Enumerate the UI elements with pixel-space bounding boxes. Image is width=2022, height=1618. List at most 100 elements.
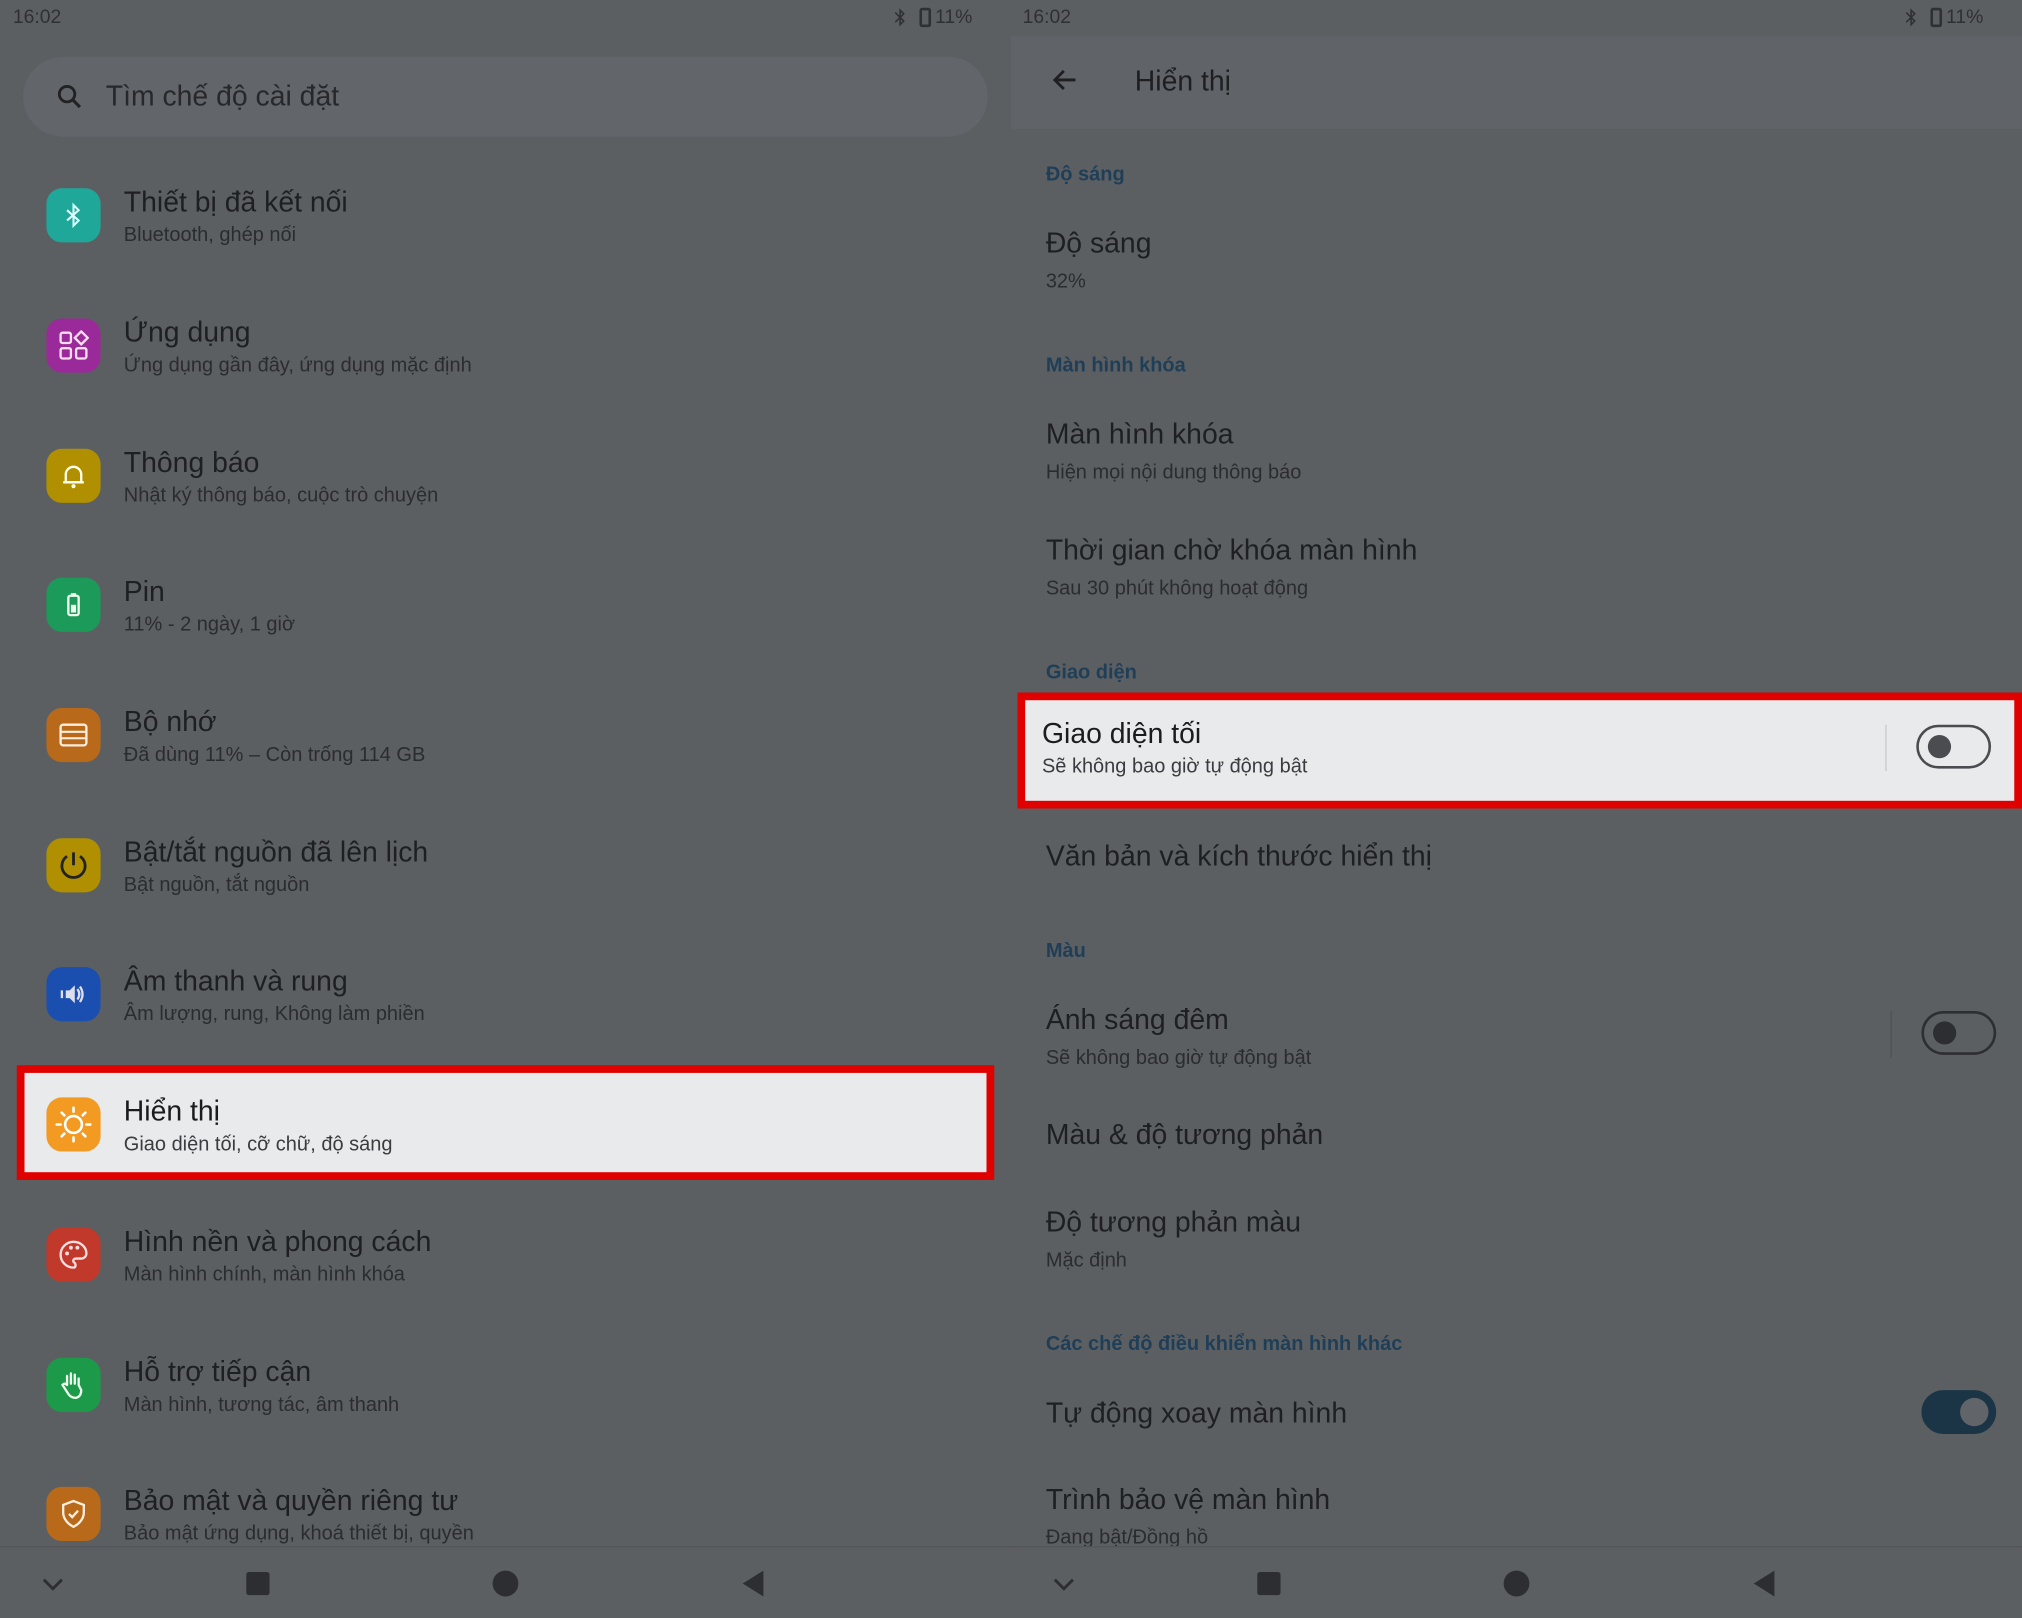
item-title: Bộ nhớ (123, 705, 217, 738)
battery-status-icon (1930, 7, 1943, 28)
setting-brightness[interactable]: Độ sáng 32% (1046, 227, 1152, 294)
setting-text-and-display-size[interactable]: Văn bản và kích thước hiển thị (1046, 839, 1432, 873)
search-bar[interactable]: Tìm chế độ cài đặt (23, 56, 988, 137)
bluetooth-status-icon (1905, 8, 1916, 27)
item-title: Bảo mật và quyền riêng tư (123, 1484, 459, 1517)
item-subtitle: Âm lượng, rung, Không làm phiền (123, 1003, 425, 1026)
item-subtitle: Màn hình, tương tác, âm thanh (123, 1393, 400, 1416)
setting-value: 32% (1045, 270, 1086, 293)
setting-color-contrast[interactable]: Độ tương phản màu Mặc định (1046, 1206, 1301, 1273)
navigation-bar (1010, 1546, 2022, 1618)
battery-percent: 11% (1946, 6, 1984, 29)
divider (1890, 1010, 1892, 1058)
setting-title: Thời gian chờ khóa màn hình (1045, 533, 1418, 567)
bluetooth-icon (46, 188, 101, 243)
shield-icon (46, 1486, 101, 1542)
battery-status-icon (919, 7, 932, 28)
section-header-other-controls: Các chế độ điều khiển màn hình khác (1045, 1333, 1403, 1356)
status-time: 16:02 (12, 6, 62, 29)
speaker-icon (46, 967, 101, 1022)
item-title: Pin (123, 575, 165, 608)
recents-button[interactable] (1257, 1571, 1281, 1596)
setting-subtitle: Sẽ không bao giờ tự động bật (1045, 1047, 1312, 1070)
item-subtitle: Ứng dụng gần đây, ứng dụng mặc định (123, 354, 472, 377)
setting-title: Trình bảo vệ màn hình (1045, 1482, 1331, 1516)
setting-color-and-contrast[interactable]: Màu & độ tương phản (1046, 1118, 1323, 1152)
bluetooth-status-icon (894, 8, 905, 27)
recents-button[interactable] (246, 1571, 270, 1596)
item-title: Hỗ trợ tiếp cận (123, 1355, 312, 1388)
setting-title: Độ tương phản màu (1045, 1205, 1302, 1238)
chevron-down-icon[interactable] (41, 1576, 64, 1599)
settings-item-apps[interactable]: Ứng dụng Ứng dụng gần đây, ứng dụng mặc … (23, 290, 988, 396)
item-subtitle: Bật nguồn, tắt nguồn (123, 874, 310, 897)
item-title: Thiết bị đã kết nối (123, 185, 348, 218)
page-title: Hiển thị (1134, 64, 1231, 97)
bell-icon (46, 448, 101, 503)
battery-icon (46, 577, 101, 632)
setting-title: Ánh sáng đêm (1045, 1003, 1229, 1036)
item-subtitle: Bảo mật ứng dụng, khoá thiết bị, quyền (123, 1522, 474, 1545)
setting-subtitle: Hiện mọi nội dung thông báo (1045, 461, 1302, 484)
setting-night-light[interactable]: Ánh sáng đêm Sẽ không bao giờ tự động bậ… (1046, 1003, 1311, 1070)
search-icon (57, 84, 82, 109)
setting-screen-timeout[interactable]: Thời gian chờ khóa màn hình Sau 30 phút … (1046, 534, 1418, 601)
section-header-theme: Giao diện (1045, 661, 1137, 684)
home-button[interactable] (492, 1570, 519, 1597)
status-bar: 16:02 11% (0, 0, 1011, 36)
display-settings-panel: 16:02 11% Hiển thị Độ sáng Độ sáng 32% M… (1010, 0, 2022, 1618)
back-button[interactable] (1751, 1569, 1777, 1604)
setting-title: Tự động xoay màn hình (1045, 1396, 1348, 1429)
settings-item-scheduled-power[interactable]: Bật/tắt nguồn đã lên lịch Bật nguồn, tắt… (23, 810, 988, 916)
settings-item-accessibility[interactable]: Hỗ trợ tiếp cận Màn hình, tương tác, âm … (23, 1330, 988, 1436)
setting-subtitle: Sau 30 phút không hoạt động (1045, 577, 1309, 600)
item-title: Hình nền và phong cách (123, 1225, 432, 1258)
item-title: Bật/tắt nguồn đã lên lịch (123, 835, 429, 868)
item-subtitle: Đã dùng 11% – Còn trống 114 GB (123, 744, 426, 766)
status-bar: 16:02 11% (1011, 0, 2022, 36)
home-button[interactable] (1503, 1570, 1530, 1597)
section-header-lock-screen: Màn hình khóa (1045, 354, 1186, 377)
section-header-color: Màu (1045, 940, 1086, 962)
item-title: Ứng dụng (123, 315, 251, 349)
setting-title: Màn hình khóa (1045, 417, 1234, 451)
settings-item-storage[interactable]: Bộ nhớ Đã dùng 11% – Còn trống 114 GB (23, 680, 988, 786)
back-arrow-icon[interactable] (1050, 64, 1081, 95)
chevron-down-icon[interactable] (1052, 1576, 1075, 1599)
hand-icon (46, 1357, 101, 1413)
search-placeholder: Tìm chế độ cài đặt (105, 79, 340, 113)
settings-item-sound[interactable]: Âm thanh và rung Âm lượng, rung, Không l… (23, 939, 988, 1045)
app-bar: Hiển thị (1010, 36, 2022, 129)
settings-main-panel: 16:02 11% Tìm chế độ cài đặt Thiết bị đã… (0, 0, 1011, 1618)
back-button[interactable] (740, 1569, 766, 1604)
section-header-brightness: Độ sáng (1045, 163, 1125, 186)
navigation-bar (0, 1546, 1011, 1618)
item-title: Thông báo (123, 446, 260, 479)
settings-item-connected-devices[interactable]: Thiết bị đã kết nối Bluetooth, ghép nối (23, 160, 988, 266)
setting-screen-saver[interactable]: Trình bảo vệ màn hình Đang bật/Đồng hồ (1046, 1483, 1330, 1550)
setting-title: Văn bản và kích thước hiển thị (1045, 839, 1432, 872)
setting-subtitle: Mặc định (1045, 1249, 1127, 1272)
setting-title: Màu & độ tương phản (1045, 1118, 1324, 1151)
palette-icon (46, 1227, 101, 1282)
setting-auto-rotate[interactable]: Tự động xoay màn hình (1046, 1397, 1347, 1431)
item-subtitle: Bluetooth, ghép nối (123, 224, 297, 247)
item-subtitle: Màn hình chính, màn hình khóa (123, 1263, 405, 1286)
apps-icon (46, 318, 101, 373)
setting-lock-screen[interactable]: Màn hình khóa Hiện mọi nội dung thông bá… (1046, 418, 1302, 485)
settings-item-notifications[interactable]: Thông báo Nhật ký thông báo, cuộc trò ch… (23, 420, 988, 526)
storage-icon (46, 707, 101, 763)
item-subtitle: 11% - 2 ngày, 1 giờ (123, 613, 296, 636)
item-title: Âm thanh và rung (123, 964, 348, 997)
highlight-box-dark-theme (1017, 692, 2022, 809)
settings-item-battery[interactable]: Pin 11% - 2 ngày, 1 giờ (23, 549, 988, 655)
status-time: 16:02 (1022, 6, 1072, 29)
night-light-toggle[interactable] (1921, 1010, 1997, 1055)
battery-percent: 11% (935, 6, 973, 29)
power-icon (46, 838, 101, 893)
settings-item-wallpaper[interactable]: Hình nền và phong cách Màn hình chính, m… (23, 1199, 988, 1305)
item-subtitle: Nhật ký thông báo, cuộc trò chuyện (123, 484, 439, 507)
highlight-box-display (16, 1065, 995, 1180)
auto-rotate-toggle[interactable] (1921, 1390, 1997, 1434)
setting-title: Độ sáng (1045, 226, 1152, 260)
